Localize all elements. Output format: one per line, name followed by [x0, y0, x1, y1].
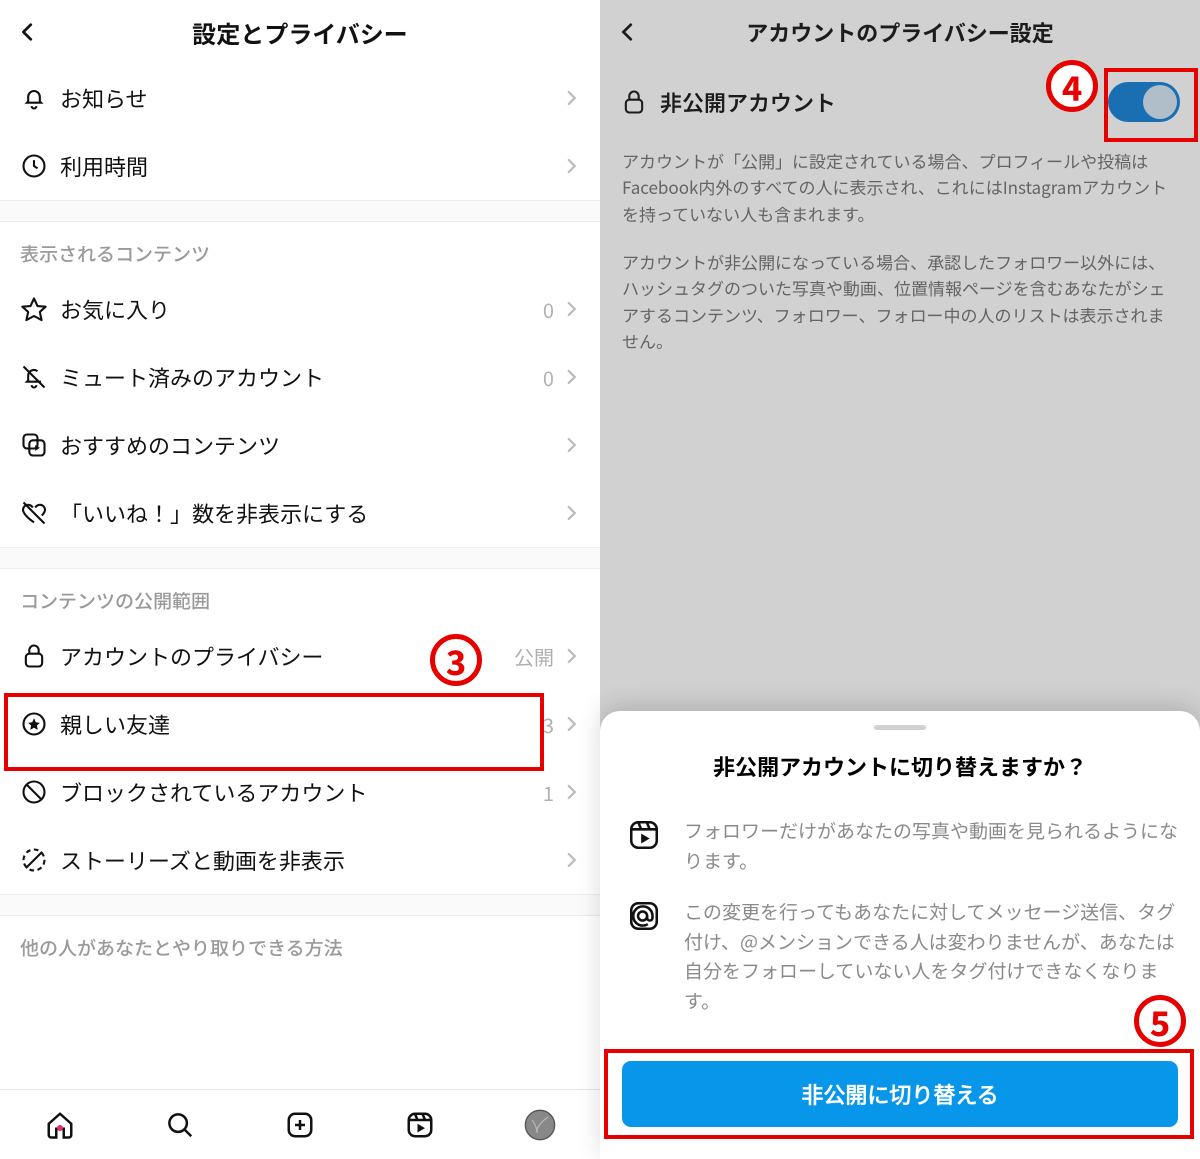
- confirm-sheet: 非公開アカウントに切り替えますか？ フォロワーだけがあなたの写真や動画を見られる…: [600, 711, 1200, 1159]
- row-suggested-content[interactable]: おすすめのコンテンツ: [0, 411, 600, 479]
- row-count: 0: [543, 363, 554, 392]
- chevron-right-icon: [562, 157, 580, 175]
- row-label: アカウントのプライバシー: [60, 640, 514, 672]
- row-value: 公開: [514, 642, 554, 671]
- section-divider: [0, 894, 600, 916]
- chevron-right-icon: [562, 783, 580, 801]
- switch-to-private-button[interactable]: 非公開に切り替える: [622, 1061, 1178, 1127]
- chevron-right-icon: [562, 300, 580, 318]
- row-count: 3: [543, 710, 554, 739]
- page-title: アカウントのプライバシー設定: [600, 16, 1200, 48]
- chevron-right-icon: [562, 89, 580, 107]
- description-text: アカウントが非公開になっている場合、承認したフォロワー以外には、ハッシュタグのつ…: [600, 241, 1200, 354]
- row-muted-accounts[interactable]: ミュート済みのアカウント 0: [0, 343, 600, 411]
- nav-profile[interactable]: [522, 1107, 558, 1143]
- row-favorites[interactable]: お気に入り 0: [0, 275, 600, 343]
- row-label: おすすめのコンテンツ: [60, 429, 562, 461]
- nav-home[interactable]: [42, 1107, 78, 1143]
- nav-search[interactable]: [162, 1107, 198, 1143]
- media-stack-icon: [20, 431, 60, 459]
- chevron-right-icon: [562, 436, 580, 454]
- sheet-bullet-2: この変更を行ってもあなたに対してメッセージ送信、タグ付け、@メンションできる人は…: [622, 897, 1178, 1015]
- chevron-right-icon: [562, 851, 580, 869]
- lock-icon: [20, 642, 60, 670]
- lock-icon: [620, 88, 660, 116]
- back-button[interactable]: [8, 21, 48, 43]
- sheet-text: フォロワーだけがあなたの写真や動画を見られるようになります。: [684, 816, 1178, 875]
- private-account-row: 非公開アカウント: [600, 64, 1200, 140]
- row-count: 0: [543, 295, 554, 324]
- row-usage-time[interactable]: 利用時間: [0, 132, 600, 200]
- left-header: 設定とプライバシー: [0, 0, 600, 64]
- right-header: アカウントのプライバシー設定: [600, 0, 1200, 64]
- mention-icon: [622, 897, 666, 1015]
- chevron-right-icon: [562, 647, 580, 665]
- button-label: 非公開に切り替える: [801, 1078, 998, 1110]
- row-hide-stories[interactable]: ストーリーズと動画を非表示: [0, 826, 600, 894]
- section-visibility: コンテンツの公開範囲: [0, 569, 600, 622]
- row-label: 「いいね！」数を非表示にする: [60, 497, 562, 529]
- privacy-pane: アカウントのプライバシー設定 非公開アカウント アカウントが「公開」に設定されて…: [600, 0, 1200, 1159]
- eye-off-icon: [20, 846, 60, 874]
- clock-icon: [20, 152, 60, 180]
- sheet-grabber[interactable]: [874, 725, 926, 730]
- section-divider: [0, 200, 600, 222]
- toggle-knob-icon: [1143, 85, 1177, 119]
- notification-dot-icon: [57, 1125, 63, 1131]
- row-count: 1: [543, 778, 554, 807]
- row-close-friends[interactable]: 親しい友達 3: [0, 690, 600, 758]
- star-icon: [20, 295, 60, 323]
- settings-pane: 設定とプライバシー お知らせ 利用時間 表示されるコンテンツ お気に入り 0: [0, 0, 600, 1159]
- block-icon: [20, 778, 60, 806]
- row-label: ブロックされているアカウント: [60, 776, 543, 808]
- star-badge-icon: [20, 710, 60, 738]
- section-interaction: 他の人があなたとやり取りできる方法: [0, 916, 600, 961]
- chevron-right-icon: [562, 504, 580, 522]
- private-account-toggle[interactable]: [1108, 82, 1180, 122]
- chevron-right-icon: [562, 368, 580, 386]
- chevron-left-icon: [17, 21, 39, 43]
- section-divider: [0, 547, 600, 569]
- row-label: ストーリーズと動画を非表示: [60, 844, 562, 876]
- row-account-privacy[interactable]: アカウントのプライバシー 公開: [0, 622, 600, 690]
- chevron-right-icon: [562, 715, 580, 733]
- toggle-label: 非公開アカウント: [660, 86, 1060, 118]
- row-label: お気に入り: [60, 293, 543, 325]
- page-title: 設定とプライバシー: [0, 15, 600, 50]
- description-text: アカウントが「公開」に設定されている場合、プロフィールや投稿はFacebook内…: [600, 140, 1200, 227]
- row-label: ミュート済みのアカウント: [60, 361, 543, 393]
- nav-create[interactable]: [282, 1107, 318, 1143]
- row-blocked-accounts[interactable]: ブロックされているアカウント 1: [0, 758, 600, 826]
- row-hide-likes[interactable]: 「いいね！」数を非表示にする: [0, 479, 600, 547]
- section-shown-content: 表示されるコンテンツ: [0, 222, 600, 275]
- row-label: 利用時間: [60, 150, 562, 182]
- bottom-nav: [0, 1089, 600, 1159]
- sheet-title: 非公開アカウントに切り替えますか？: [622, 750, 1178, 782]
- sheet-text: この変更を行ってもあなたに対してメッセージ送信、タグ付け、@メンションできる人は…: [684, 897, 1178, 1015]
- heart-off-icon: [20, 499, 60, 527]
- row-label: 親しい友達: [60, 708, 543, 740]
- reels-icon: [622, 816, 666, 875]
- nav-reels[interactable]: [402, 1107, 438, 1143]
- bell-off-icon: [20, 363, 60, 391]
- bell-icon: [20, 84, 60, 112]
- sheet-bullet-1: フォロワーだけがあなたの写真や動画を見られるようになります。: [622, 816, 1178, 875]
- row-notifications[interactable]: お知らせ: [0, 64, 600, 132]
- row-label: お知らせ: [60, 82, 562, 114]
